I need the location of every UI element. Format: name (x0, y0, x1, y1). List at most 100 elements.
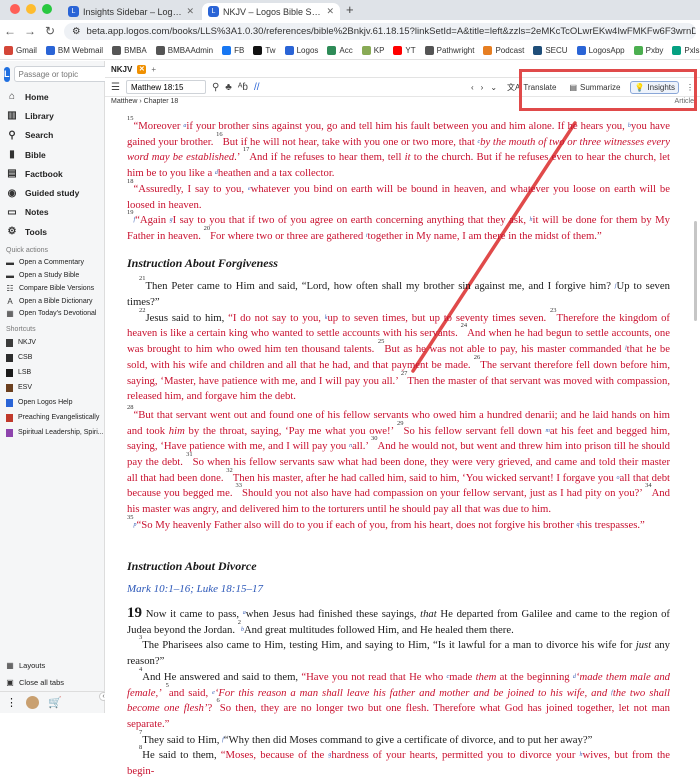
quick-action-0[interactable]: ▬ Open a Commentary (0, 256, 104, 269)
bookmark-secu[interactable]: SECU (533, 46, 568, 55)
bookmark-bmba[interactable]: BMBA (112, 46, 147, 55)
bookmark-bmbaadmin[interactable]: BMBAAdmin (155, 46, 213, 55)
bookmark-favicon-icon (284, 46, 294, 55)
shortcut-item[interactable]: Open Logos Help (0, 395, 104, 410)
previous-chapter-icon[interactable]: ‹ (471, 83, 474, 92)
bookmark-yt[interactable]: YT (393, 46, 416, 55)
scrollbar[interactable] (694, 221, 697, 321)
paragraph: 8He said to them, “Moses, because of the… (127, 745, 670, 779)
bookmark-kp[interactable]: KP (361, 46, 384, 55)
verse-text: Jesus said to him, (145, 311, 229, 324)
avatar[interactable] (26, 696, 39, 709)
bookmark-label: BM Webmail (57, 46, 104, 55)
shortcut-label: NKJV (18, 339, 36, 347)
quick-action-1[interactable]: ▬ Open a Study Bible (0, 269, 104, 282)
new-tab-button[interactable]: + (342, 2, 360, 20)
sidebar-item-factbook[interactable]: ▤ Factbook (0, 164, 104, 183)
words-of-christ: by the throat, saying, ‘Pay me what you … (184, 424, 398, 437)
bookmark-logosapp[interactable]: LogosApp (576, 46, 625, 55)
words-of-christ: “Assuredly, I say to you, (133, 182, 248, 195)
parallel-icon[interactable]: // (254, 82, 260, 93)
words-of-christ: his trespasses.” (579, 518, 645, 531)
sidebar-item-guided-study[interactable]: ◉ Guided study (0, 183, 104, 202)
forward-icon[interactable]: → (24, 24, 36, 38)
bookmark-label: YT (405, 46, 416, 55)
sidebar-item-notes[interactable]: ▭ Notes (0, 203, 104, 222)
bookmark-pxby[interactable]: Pxby (633, 46, 663, 55)
sidebar-item-label: Search (25, 130, 54, 141)
close-tab-icon[interactable]: ✕ (186, 6, 194, 17)
browser-tab-insights-help[interactable]: L Insights Sidebar – Logos Help ✕ (62, 3, 200, 20)
bookmark-podcast[interactable]: Podcast (483, 46, 524, 55)
search-icon[interactable]: ⚲ (212, 82, 219, 93)
paragraph: 15“Moreover aif your brother sins agains… (127, 115, 670, 182)
more-options-icon[interactable]: ⋮ (6, 696, 17, 709)
close-window-icon[interactable] (10, 4, 20, 14)
bookmark-pxls[interactable]: Pxls (672, 46, 700, 55)
book-cover-icon (6, 368, 13, 377)
shortcut-item[interactable]: Spiritual Leadership, Spiri... (0, 425, 104, 440)
quick-action-4[interactable]: ▦ Open Today's Devotional (0, 308, 104, 321)
bookmark-favicon-icon (393, 46, 403, 55)
bookmark-gmail[interactable]: Gmail (4, 46, 37, 55)
paragraph: 19 Now it came to pass, awhen Jesus had … (127, 605, 670, 638)
breadcrumb-text[interactable]: Matthew › Chapter 18 (111, 98, 178, 105)
sidebar-item-bible[interactable]: ▮ Bible (0, 145, 104, 164)
chevron-down-icon[interactable]: ⌄ (490, 83, 497, 92)
reference-input[interactable] (125, 80, 206, 94)
interlinear-icon[interactable]: ᴬɓ (238, 82, 248, 93)
words-of-christ: But as he was not able to pay, his maste… (384, 343, 625, 356)
verse-number: 35 (127, 513, 134, 521)
back-icon[interactable]: ← (4, 24, 16, 38)
close-document-icon[interactable]: ✕ (137, 64, 147, 74)
site-settings-icon[interactable]: ⚙ (72, 26, 81, 37)
sidebar-item-home[interactable]: ⌂ Home (0, 87, 104, 106)
next-chapter-icon[interactable]: › (481, 83, 484, 92)
browser-tab-nkjv[interactable]: L NKJV – Logos Bible Study ✕ (202, 3, 340, 20)
bookmark-logos[interactable]: Logos (284, 46, 318, 55)
quick-action-3[interactable]: A Open a Bible Dictionary (0, 295, 104, 308)
words-of-christ: all.’ (352, 440, 371, 453)
bookmark-fb[interactable]: FB (222, 46, 244, 55)
shortcut-item[interactable]: LSB (0, 365, 104, 380)
words-of-christ: “I do not say to you, (228, 311, 325, 324)
bookmark-pathwright[interactable]: Pathwright (424, 46, 474, 55)
reload-icon[interactable]: ↻ (44, 24, 56, 38)
visual-filter-icon[interactable]: ♣ (225, 82, 232, 93)
add-panel-icon[interactable]: + (151, 65, 156, 74)
bookmark-bm-webmail[interactable]: BM Webmail (45, 46, 104, 55)
quick-action-2[interactable]: ☷ Compare Bible Versions (0, 282, 104, 295)
quick-action-label: Open a Commentary (19, 259, 84, 267)
book-cover-icon (6, 383, 13, 392)
zoom-window-icon[interactable] (42, 4, 52, 14)
quick-action-icon: ☷ (6, 283, 14, 293)
layouts-button[interactable]: ▦ Layouts (0, 657, 104, 674)
close-all-tabs-button[interactable]: ▣ Close all tabs (0, 674, 104, 691)
book-cover-icon (6, 413, 13, 422)
verse-text: The Pharisees also came to Him, testing … (142, 639, 636, 652)
bookmark-favicon-icon (672, 46, 682, 55)
close-tab-icon[interactable]: ✕ (326, 6, 334, 17)
logos-logo-icon[interactable]: L (4, 66, 10, 82)
shortcut-item[interactable]: ESV (0, 380, 104, 395)
minimize-window-icon[interactable] (26, 4, 36, 14)
bible-text: 15“Moreover aif your brother sins agains… (127, 115, 670, 780)
sidebar-item-tools[interactable]: ⚙ Tools (0, 222, 104, 241)
bookmark-tw[interactable]: Tw (253, 46, 276, 55)
logos-favicon-icon: L (68, 6, 79, 17)
url-field[interactable]: ⚙ beta.app.logos.com/books/LLS%3A1.0.30/… (64, 22, 696, 40)
shortcut-label: LSB (18, 369, 32, 377)
paragraph: 4And He answered and said to them, “Have… (127, 666, 670, 733)
shortcut-item[interactable]: NKJV (0, 335, 104, 350)
cart-icon[interactable]: 🛒 (48, 696, 62, 709)
bookmark-favicon-icon (253, 46, 263, 55)
sidebar-item-search[interactable]: ⚲ Search (0, 126, 104, 145)
sidebar-item-library[interactable]: ▥ Library (0, 106, 104, 125)
cross-reference-link[interactable]: Mark 10:1–16; Luke 18:15–17 (127, 582, 670, 598)
shortcut-label: Spiritual Leadership, Spiri... (18, 429, 104, 437)
shortcut-item[interactable]: Preaching Evangelistically (0, 410, 104, 425)
shortcut-item[interactable]: CSB (0, 350, 104, 365)
words-of-christ: But if he will not hear, take with you o… (222, 135, 478, 148)
panel-menu-icon[interactable]: ☰ (111, 82, 120, 93)
bookmark-acc[interactable]: Acc (327, 46, 353, 55)
